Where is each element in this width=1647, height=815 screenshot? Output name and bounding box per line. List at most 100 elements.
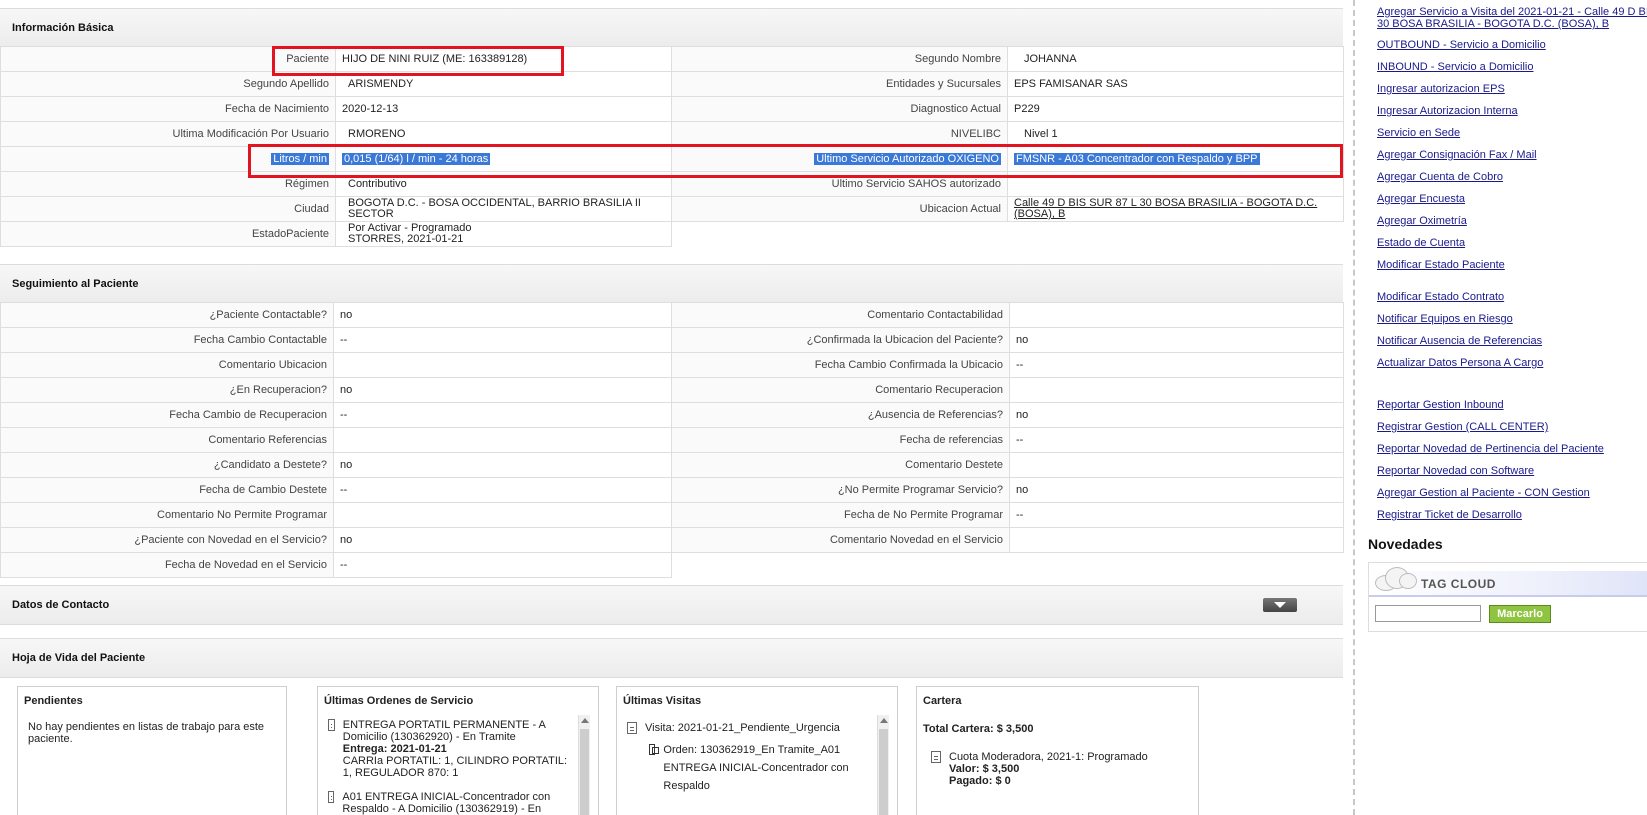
value-fecha-cambio-recuperacion: -- [333, 402, 672, 428]
value-ubicacion-actual[interactable]: Calle 49 D BIS SUR 87 L 30 BOSA BRASILIA… [1007, 196, 1344, 222]
link-cuenta-cobro[interactable]: Agregar Cuenta de Cobro [1377, 171, 1503, 183]
value-ultimo-servicio-oxigeno: FMSNR - A03 Concentrador con Respaldo y … [1007, 146, 1344, 172]
value-paciente: HIJO DE NINI RUIZ (ME: 163389128) [335, 46, 672, 72]
panel-title: Últimas Visitas [623, 695, 702, 707]
value-ultimo-servicio-sahos [1007, 171, 1344, 197]
label-comentario-destete: Comentario Destete [671, 452, 1010, 478]
estado-user-date: STORRES, 2021-01-21 [348, 233, 464, 245]
link-ausencia-referencias[interactable]: Notificar Ausencia de Referencias [1377, 335, 1542, 347]
order-box-icon [649, 744, 660, 755]
value-comentario-novedad [1009, 527, 1344, 553]
link-oximetria[interactable]: Agregar Oximetría [1377, 215, 1467, 227]
cartera-item: Cuota Moderadora, 2021-1: Programado [949, 751, 1148, 763]
label-ausencia-referencias: ¿Ausencia de Referencias? [671, 402, 1010, 428]
label-segundo-apellido: Segundo Apellido [0, 71, 336, 97]
link-inbound[interactable]: INBOUND - Servicio a Domicilio [1377, 61, 1533, 73]
value-fecha-cambio-confirmada: -- [1009, 352, 1344, 378]
scrollbar[interactable] [877, 715, 889, 815]
label-fecha-novedad: Fecha de Novedad en el Servicio [0, 552, 334, 578]
scroll-thumb[interactable] [580, 729, 589, 815]
link-datos-persona-cargo[interactable]: Actualizar Datos Persona A Cargo [1377, 357, 1543, 369]
link-agregar-servicio-visita-cont[interactable]: 30 BOSA BRASILIA - BOGOTA D.C. (BOSA), B [1377, 18, 1609, 30]
section-title: Datos de Contacto [12, 599, 110, 611]
section-title: Información Básica [12, 22, 114, 34]
section-header-datos-contacto[interactable]: Datos de Contacto [0, 585, 1343, 625]
table-row: Régimen Contributivo Ultimo Servicio SAH… [0, 171, 1344, 197]
label-fecha-referencias: Fecha de referencias [671, 427, 1010, 453]
pendientes-text: No hay pendientes en listas de trabajo p… [28, 721, 265, 745]
list-item[interactable]: Cuota Moderadora, 2021-1: Programado Val… [923, 751, 1192, 787]
link-gestion-paciente[interactable]: Agregar Gestion al Paciente - CON Gestio… [1377, 487, 1590, 499]
panel-ordenes: Últimas Ordenes de Servicio ENTREGA PORT… [317, 686, 599, 815]
link-gestion-inbound[interactable]: Reportar Gestion Inbound [1377, 399, 1504, 411]
list-item[interactable]: A01 ENTREGA INICIAL-Concentrador con Res… [328, 791, 568, 815]
value-regimen: Contributivo [335, 171, 672, 197]
section-title: Hoja de Vida del Paciente [12, 652, 146, 664]
list-item[interactable]: Orden: 130362919_En Tramite_A01 ENTREGA … [627, 741, 867, 795]
value-fecha-cambio-destete: -- [333, 477, 672, 503]
value-comentario-contactabilidad [1009, 302, 1344, 328]
marcarlo-button[interactable]: Marcarlo [1489, 605, 1551, 623]
link-estado-cuenta[interactable]: Estado de Cuenta [1377, 237, 1465, 249]
value-entidades: EPS FAMISANAR SAS [1007, 71, 1344, 97]
value-ausencia-referencias: no [1009, 402, 1344, 428]
selected-text: Ultimo Servicio Autorizado OXIGENO [814, 153, 1001, 165]
link-autorizacion-interna[interactable]: Ingresar Autorizacion Interna [1377, 105, 1518, 117]
label-paciente-novedad: ¿Paciente con Novedad en el Servicio? [0, 527, 334, 553]
value-estado-paciente: Por Activar - Programado STORRES, 2021-0… [335, 221, 672, 247]
scroll-thumb[interactable] [879, 729, 888, 815]
value-no-permite-programar: no [1009, 477, 1344, 503]
section-title: Seguimiento al Paciente [12, 278, 139, 290]
expand-toggle-button[interactable] [1263, 598, 1297, 612]
document-icon [931, 751, 941, 763]
ubicacion-link[interactable]: Calle 49 D BIS SUR 87 L 30 BOSA BRASILIA… [1014, 198, 1317, 221]
table-row: Comentario Referencias Fecha de referenc… [0, 427, 1344, 453]
table-row: Fecha Cambio de Recuperacion -- ¿Ausenci… [0, 402, 1344, 428]
value-segundo-nombre: JOHANNA [1007, 46, 1344, 72]
link-novedad-pertinencia[interactable]: Reportar Novedad de Pertinencia del Paci… [1377, 443, 1604, 455]
link-servicio-sede[interactable]: Servicio en Sede [1377, 127, 1460, 139]
label-regimen: Régimen [0, 171, 336, 197]
scrollbar[interactable] [578, 715, 590, 815]
value-fecha-nacimiento: 2020-12-13 [335, 96, 672, 122]
link-gestion-call-center[interactable]: Registrar Gestion (CALL CENTER) [1377, 421, 1548, 433]
table-row: Paciente HIJO DE NINI RUIZ (ME: 16338912… [0, 46, 1344, 72]
value-comentario-recuperacion [1009, 377, 1344, 403]
link-autorizacion-eps[interactable]: Ingresar autorizacion EPS [1377, 83, 1505, 95]
value-nivelibc: Nivel 1 [1007, 121, 1344, 147]
link-novedad-software[interactable]: Reportar Novedad con Software [1377, 465, 1534, 477]
section-header-informacion-basica: Información Básica [0, 8, 1343, 48]
value-diagnostico: P229 [1007, 96, 1344, 122]
scroll-up-icon[interactable] [581, 718, 589, 723]
link-outbound[interactable]: OUTBOUND - Servicio a Domicilio [1377, 39, 1546, 51]
table-row: Comentario No Permite Programar Fecha de… [0, 502, 1344, 528]
link-modificar-estado-contrato[interactable]: Modificar Estado Contrato [1377, 291, 1504, 303]
tag-input[interactable] [1375, 605, 1481, 622]
value-paciente-contactable: no [333, 302, 672, 328]
label-comentario-no-permite: Comentario No Permite Programar [0, 502, 334, 528]
tag-cloud-label: TAG CLOUD [1421, 577, 1496, 591]
link-ticket-desarrollo[interactable]: Registrar Ticket de Desarrollo [1377, 509, 1522, 521]
scroll-up-icon[interactable] [880, 718, 888, 723]
order-detail: CARRIa PORTATIL: 1, CILINDRO PORTATIL: 1… [342, 755, 568, 779]
table-row: EstadoPaciente Por Activar - Programado … [0, 221, 1344, 247]
link-agregar-servicio-visita[interactable]: Agregar Servicio a Visita del 2021-01-21… [1377, 6, 1647, 18]
label-comentario-novedad: Comentario Novedad en el Servicio [671, 527, 1010, 553]
label-diagnostico: Diagnostico Actual [671, 96, 1008, 122]
value-comentario-ubicacion [333, 352, 672, 378]
list-item[interactable]: Visita: 2021-01-21_Pendiente_Urgencia [627, 719, 867, 737]
selected-text: Litros / min [271, 153, 329, 165]
label-estado-paciente: EstadoPaciente [0, 221, 336, 247]
label-fecha-cambio-confirmada: Fecha Cambio Confirmada la Ubicacio [671, 352, 1010, 378]
label-ultima-modificacion: Ultima Modificación Por Usuario [0, 121, 336, 147]
link-equipos-riesgo[interactable]: Notificar Equipos en Riesgo [1377, 313, 1513, 325]
label-comentario-referencias: Comentario Referencias [0, 427, 334, 453]
value-paciente-novedad: no [333, 527, 672, 553]
link-encuesta[interactable]: Agregar Encuesta [1377, 193, 1465, 205]
list-item[interactable]: ENTREGA PORTATIL PERMANENTE - A Domicili… [328, 719, 568, 779]
entrega-label: Entrega: [342, 743, 388, 755]
link-modificar-estado-paciente[interactable]: Modificar Estado Paciente [1377, 259, 1505, 271]
link-consignacion[interactable]: Agregar Consignación Fax / Mail [1377, 149, 1537, 161]
label-confirmada-ubicacion: ¿Confirmada la Ubicacion del Paciente? [671, 327, 1010, 353]
table-row: Litros / min 0,015 (1/64) l / min - 24 h… [0, 146, 1344, 172]
